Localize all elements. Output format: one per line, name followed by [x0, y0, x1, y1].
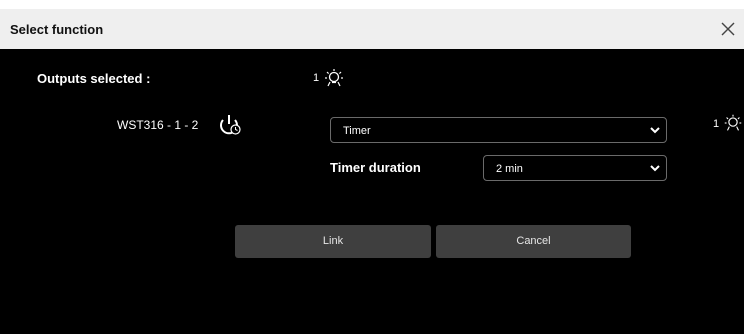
dialog-content: Outputs selected : 1 WST316 - 1 - 2 Time…	[0, 49, 744, 334]
chevron-down-icon	[650, 165, 660, 172]
link-button[interactable]: Link	[235, 225, 431, 258]
light-icon	[724, 114, 742, 131]
function-select[interactable]: Timer	[330, 117, 667, 143]
timer-duration-select[interactable]: 2 min	[483, 155, 667, 181]
timer-duration-value: 2 min	[496, 163, 523, 175]
device-name: WST316 - 1 - 2	[117, 118, 199, 132]
chevron-down-icon	[650, 127, 660, 134]
outputs-selected-count: 1	[313, 72, 320, 84]
dialog-titlebar: Select function	[0, 9, 744, 49]
light-icon	[325, 69, 343, 87]
timer-duration-label: Timer duration	[330, 160, 421, 175]
close-icon[interactable]	[718, 19, 738, 39]
select-function-dialog: Select function Outputs selected : 1 WST…	[0, 0, 744, 334]
timer-power-icon	[220, 115, 241, 135]
function-select-value: Timer	[343, 125, 371, 137]
outputs-selected-label: Outputs selected :	[37, 71, 151, 86]
dialog-title: Select function	[10, 22, 104, 37]
cancel-button[interactable]: Cancel	[436, 225, 631, 258]
right-output-count: 1	[713, 118, 720, 130]
